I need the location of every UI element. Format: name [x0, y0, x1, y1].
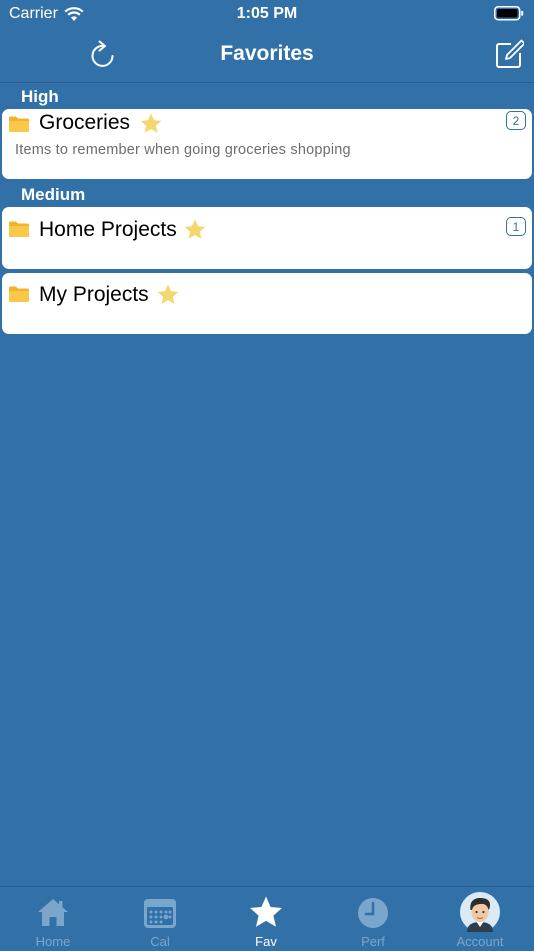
battery-icon — [494, 6, 524, 21]
list-item-my-projects[interactable]: My Projects — [2, 273, 532, 334]
folder-icon — [9, 286, 29, 302]
list-item-description: Items to remember when going groceries s… — [15, 142, 351, 158]
nav-bar: Favorites — [0, 30, 534, 83]
status-time: 1:05 PM — [236, 5, 298, 22]
item-count-badge: 1 — [506, 217, 526, 236]
avatar-icon — [460, 892, 500, 932]
compose-icon[interactable] — [494, 38, 524, 70]
tab-fav[interactable]: Fav — [213, 887, 319, 951]
tab-bar: Home Cal Fav Perf Account — [0, 886, 534, 951]
status-bar: Carrier 1:05 PM — [0, 0, 534, 30]
list-item-title: Groceries — [39, 111, 131, 134]
tab-perf[interactable]: Perf — [320, 887, 426, 951]
tab-label: Account — [456, 934, 504, 949]
star-icon — [250, 896, 282, 927]
tab-label: Fav — [255, 934, 277, 949]
clock-icon — [358, 898, 388, 928]
calendar-icon — [144, 899, 176, 928]
tab-label: Cal — [150, 934, 170, 949]
tab-label: Home — [35, 934, 71, 949]
star-icon — [184, 219, 206, 239]
home-icon — [38, 899, 68, 926]
folder-icon — [9, 221, 29, 237]
tab-cal[interactable]: Cal — [107, 887, 213, 951]
section-header-medium: Medium — [21, 185, 86, 204]
tab-home[interactable]: Home — [0, 887, 106, 951]
list-item-title: Home Projects — [39, 218, 177, 241]
item-count-badge: 2 — [506, 111, 526, 130]
page-title: Favorites — [220, 42, 314, 65]
star-icon — [157, 284, 179, 304]
folder-icon — [9, 116, 29, 132]
tab-label: Perf — [361, 934, 385, 949]
list-item-home-projects[interactable]: Home Projects 1 — [2, 207, 532, 269]
list-item-title: My Projects — [39, 283, 149, 306]
list-item-groceries[interactable]: Groceries Items to remember when going g… — [2, 109, 532, 179]
section-header-high: High — [21, 87, 59, 106]
star-icon — [140, 113, 162, 133]
tab-account[interactable]: Account — [427, 887, 533, 951]
